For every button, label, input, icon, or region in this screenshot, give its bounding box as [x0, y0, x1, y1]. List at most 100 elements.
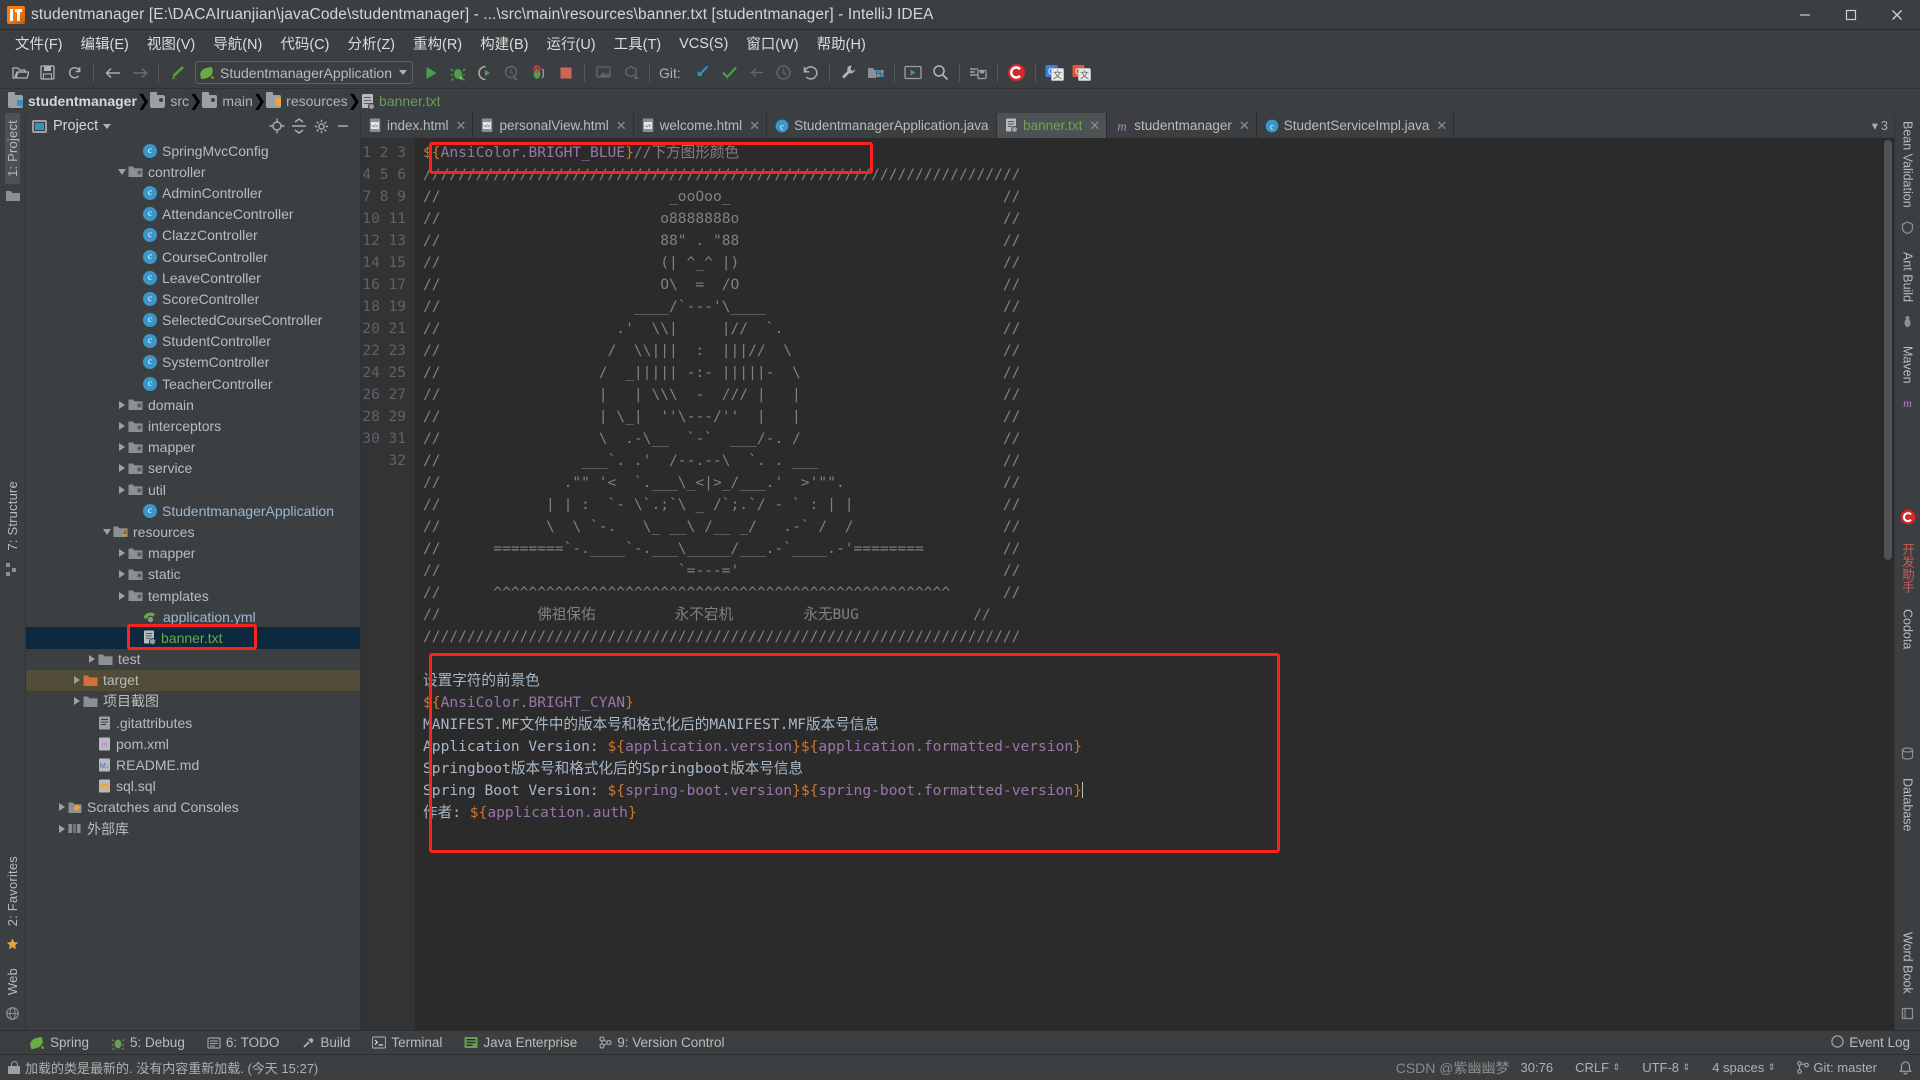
- git-update-project-icon[interactable]: [689, 60, 716, 86]
- breadcrumb-item-resources[interactable]: resources: [266, 91, 348, 109]
- open-project-icon[interactable]: [7, 60, 34, 86]
- tree-node-springmvcconfig[interactable]: c SpringMvcConfig: [26, 140, 360, 161]
- git-branch-widget[interactable]: Git: master: [1797, 1060, 1877, 1075]
- minimize-button[interactable]: [1782, 0, 1828, 30]
- close-icon[interactable]: ✕: [1436, 118, 1447, 134]
- dev-assistant-logo-icon[interactable]: [1900, 509, 1916, 530]
- tool-tab-codota[interactable]: Codota: [1901, 601, 1915, 657]
- tree-node-attendancecontroller[interactable]: c AttendanceController: [26, 204, 360, 225]
- tree-node-[interactable]: 外部库: [26, 818, 360, 839]
- chevron-right-icon[interactable]: [56, 824, 68, 833]
- tree-node-scorecontroller[interactable]: c ScoreController: [26, 288, 360, 309]
- hide-panel-icon[interactable]: [332, 115, 354, 137]
- editor-tabs-overflow[interactable]: ▾ 3: [1866, 113, 1894, 138]
- forward-arrow-icon[interactable]: [126, 60, 153, 86]
- line-separator[interactable]: CRLF ⇕: [1575, 1060, 1620, 1075]
- close-icon[interactable]: ✕: [749, 118, 760, 134]
- tool-tab-ant-build[interactable]: Ant Build: [1901, 244, 1915, 310]
- attach-debugger-icon[interactable]: [525, 60, 552, 86]
- tool-tab-word-book[interactable]: Word Book: [1901, 924, 1915, 1002]
- tree-node-pom-xml[interactable]: m pom.xml: [26, 733, 360, 754]
- git-commit-icon[interactable]: [716, 60, 743, 86]
- notifications-icon[interactable]: [1899, 1060, 1912, 1075]
- tool-tab-dev-assistant[interactable]: 开发助手: [1898, 535, 1917, 601]
- tree-node-sql-sql[interactable]: sql.sql: [26, 776, 360, 797]
- tree-node-test[interactable]: test: [26, 649, 360, 670]
- run-button[interactable]: [417, 60, 444, 86]
- tree-node-util[interactable]: util: [26, 479, 360, 500]
- chevron-right-icon[interactable]: [116, 549, 128, 558]
- tree-node-admincontroller[interactable]: c AdminController: [26, 182, 360, 203]
- code-content[interactable]: ${AnsiColor.BRIGHT_BLUE}//下方图形颜色 ///////…: [415, 138, 1882, 1030]
- project-settings-gear-icon[interactable]: [310, 115, 332, 137]
- chevron-down-icon[interactable]: [101, 528, 113, 535]
- git-history-icon[interactable]: [770, 60, 797, 86]
- tool-button-spring[interactable]: Spring: [29, 1035, 89, 1050]
- chevron-right-icon[interactable]: [71, 697, 83, 706]
- menu-run[interactable]: 运行(U): [537, 31, 604, 56]
- back-arrow-icon[interactable]: [99, 60, 126, 86]
- structure-rail-icon[interactable]: [6, 563, 19, 581]
- stop-button[interactable]: [552, 60, 579, 86]
- chevron-right-icon[interactable]: [116, 400, 128, 409]
- tool-button-terminal[interactable]: Terminal: [372, 1035, 442, 1050]
- database-icon[interactable]: [1901, 747, 1914, 765]
- menu-build[interactable]: 构建(B): [471, 31, 537, 56]
- maximize-button[interactable]: [1828, 0, 1874, 30]
- chevron-right-icon[interactable]: [56, 803, 68, 812]
- save-all-icon[interactable]: [34, 60, 61, 86]
- tool-tab-project[interactable]: 1: Project: [5, 113, 20, 184]
- caret-position[interactable]: 30:76: [1521, 1060, 1554, 1075]
- translate-alt-icon[interactable]: G文: [1068, 60, 1095, 86]
- bean-validation-icon[interactable]: [1901, 220, 1914, 239]
- menu-analyze[interactable]: 分析(Z): [338, 31, 404, 56]
- settings-wrench-icon[interactable]: [835, 60, 862, 86]
- maven-icon[interactable]: m: [1901, 396, 1914, 414]
- chevron-down-icon[interactable]: [103, 123, 112, 129]
- tree-node-templates[interactable]: templates: [26, 585, 360, 606]
- run-configuration-selector[interactable]: StudentmanagerApplication: [195, 61, 414, 84]
- chevron-right-icon[interactable]: [116, 591, 128, 600]
- tool-tab-maven[interactable]: Maven: [1901, 338, 1915, 392]
- editor-tab-personalview-html[interactable]: </> personalView.html ✕: [473, 113, 634, 138]
- chevron-right-icon[interactable]: [86, 655, 98, 664]
- menu-vcs[interactable]: VCS(S): [670, 34, 737, 54]
- package-download-icon[interactable]: [617, 60, 644, 86]
- git-push-icon[interactable]: [743, 60, 770, 86]
- tree-node-banner-txt[interactable]: banner.txt: [26, 627, 360, 649]
- tree-node-[interactable]: 项目截图: [26, 691, 360, 712]
- event-log-button[interactable]: Event Log: [1831, 1034, 1920, 1051]
- tree-node-static[interactable]: static: [26, 564, 360, 585]
- editor-tab-strip[interactable]: </> index.html ✕ </> personalView.html ✕ </> we…: [361, 113, 1894, 138]
- tool-button-build[interactable]: Build: [301, 1035, 350, 1050]
- editor-tab-welcome-html[interactable]: </> welcome.html ✕: [634, 113, 768, 138]
- tool-button-version-control[interactable]: 9: Version Control: [599, 1035, 725, 1050]
- tree-node-teachercontroller[interactable]: c TeacherController: [26, 373, 360, 394]
- tree-node-coursecontroller[interactable]: c CourseController: [26, 246, 360, 267]
- tool-tab-database[interactable]: Database: [1901, 770, 1915, 840]
- menu-navigate[interactable]: 导航(N): [204, 31, 271, 56]
- file-encoding[interactable]: UTF-8 ⇕: [1642, 1060, 1690, 1075]
- tool-button-debug[interactable]: 5: Debug: [111, 1035, 185, 1050]
- word-book-icon[interactable]: [1901, 1007, 1914, 1025]
- editor-tab-index-html[interactable]: </> index.html ✕: [361, 113, 474, 138]
- menu-tools[interactable]: 工具(T): [605, 31, 671, 56]
- git-revert-icon[interactable]: [797, 60, 824, 86]
- tree-node-studentcontroller[interactable]: c StudentController: [26, 331, 360, 352]
- tree-node-clazzcontroller[interactable]: c ClazzController: [26, 225, 360, 246]
- menu-help[interactable]: 帮助(H): [808, 31, 875, 56]
- chevron-down-icon[interactable]: [399, 70, 408, 75]
- chevron-right-icon[interactable]: [116, 570, 128, 579]
- profile-icon[interactable]: [498, 60, 525, 86]
- chevron-down-icon[interactable]: [116, 168, 128, 175]
- tree-node-interceptors[interactable]: interceptors: [26, 415, 360, 436]
- deploy-icon[interactable]: [590, 60, 617, 86]
- database-sync-icon[interactable]: [965, 60, 992, 86]
- editor-vertical-scrollbar[interactable]: [1882, 138, 1894, 1030]
- tree-node-application-yml[interactable]: application.yml: [26, 606, 360, 627]
- menu-window[interactable]: 窗口(W): [737, 31, 807, 56]
- indent-setting[interactable]: 4 spaces ⇕: [1712, 1060, 1775, 1075]
- editor-tab-studentserviceimpl-java[interactable]: c StudentServiceImpl.java ✕: [1257, 113, 1455, 138]
- chevron-right-icon[interactable]: [116, 464, 128, 473]
- tool-button-java-enterprise[interactable]: Java Enterprise: [464, 1035, 577, 1050]
